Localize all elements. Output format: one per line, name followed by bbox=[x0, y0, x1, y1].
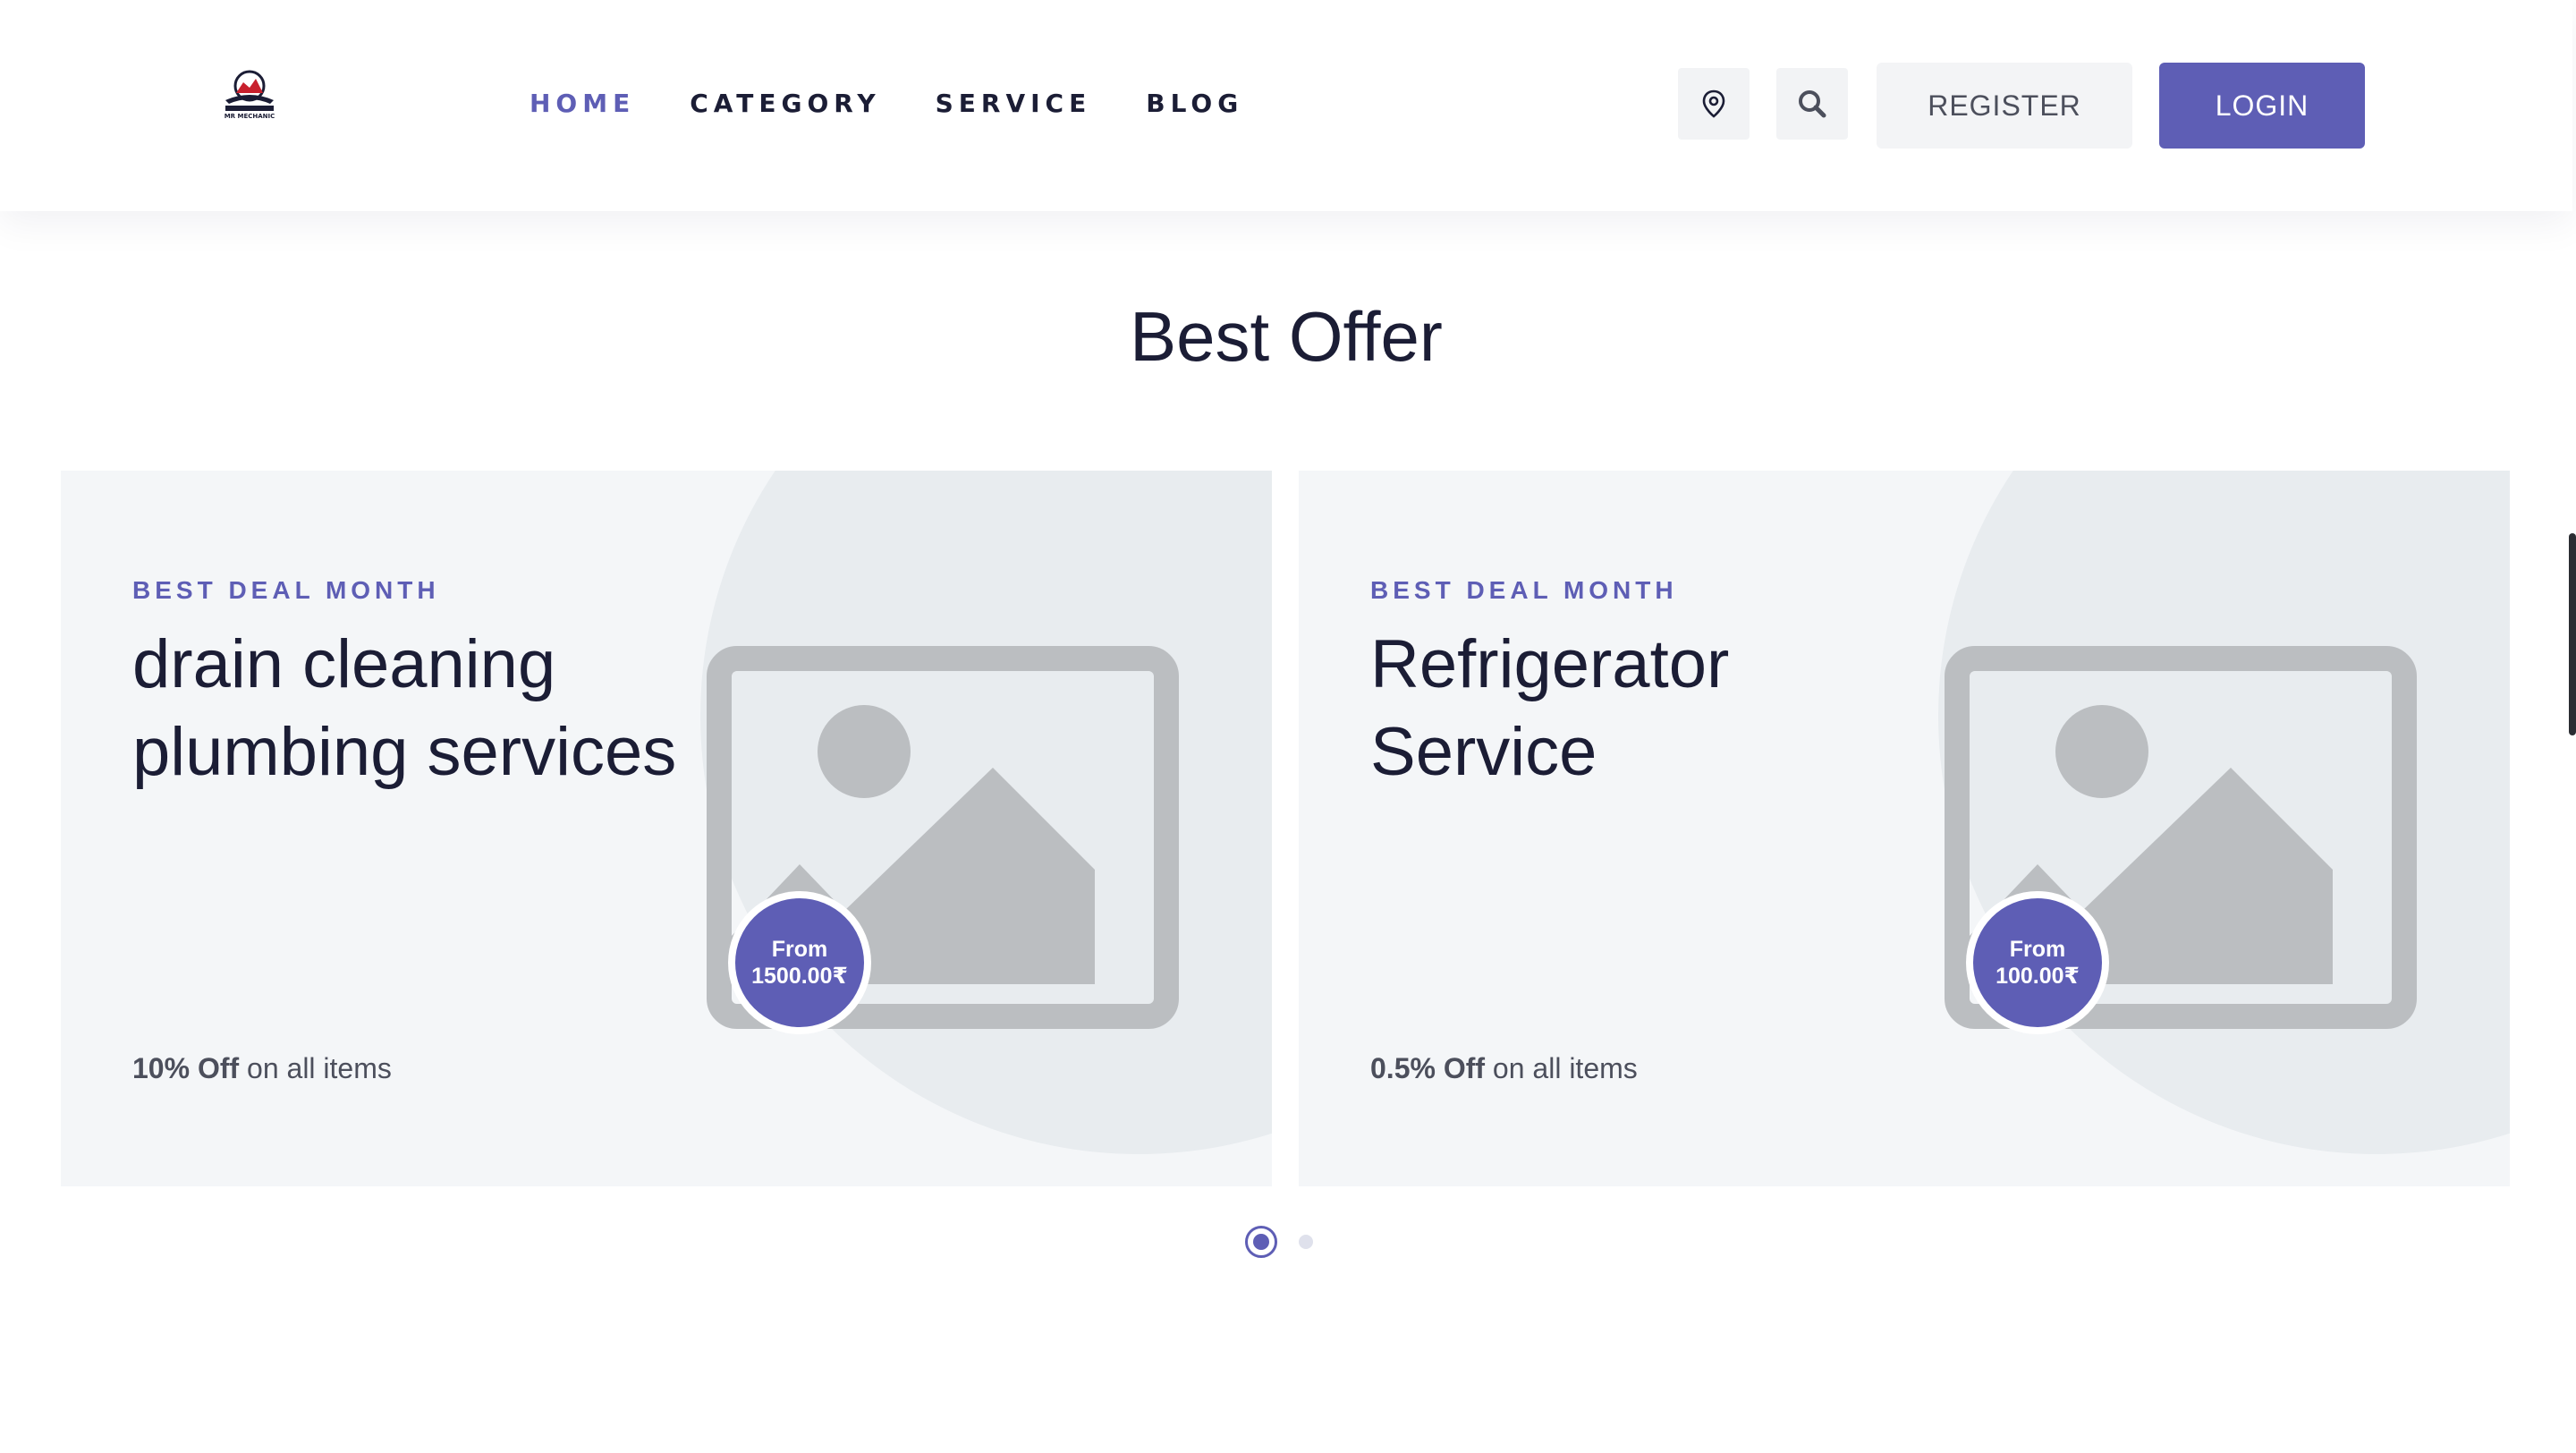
logo-text: MR MECHANIC bbox=[225, 113, 275, 120]
carousel-pagination bbox=[1245, 1226, 1313, 1258]
card-eyebrow: BEST DEAL MONTH bbox=[132, 576, 440, 604]
carousel-dot-active[interactable] bbox=[1245, 1226, 1277, 1258]
discount-suffix: on all items bbox=[1485, 1052, 1638, 1084]
map-pin-icon bbox=[1702, 89, 1725, 118]
section-title: Best Offer bbox=[1130, 297, 1443, 376]
price-from-label: From bbox=[771, 937, 828, 962]
price-from-label: From bbox=[2009, 937, 2066, 962]
scrollbar-thumb[interactable] bbox=[2569, 533, 2576, 735]
card-title: Refrigerator Service bbox=[1370, 621, 2104, 796]
login-button[interactable]: LOGIN bbox=[2159, 63, 2365, 149]
nav-blog[interactable]: BLOG bbox=[1146, 86, 1243, 122]
offer-card[interactable]: BEST DEAL MONTH drain cleaning plumbing … bbox=[61, 471, 1272, 1186]
discount-value: 10% Off bbox=[132, 1052, 240, 1084]
price-badge: From 100.00₹ bbox=[1966, 891, 2109, 1034]
main-nav: HOME CATEGORY SERVICE BLOG bbox=[530, 86, 1298, 122]
price-badge: From 1500.00₹ bbox=[728, 891, 871, 1034]
card-title-line: drain cleaning bbox=[132, 626, 556, 702]
discount-suffix: on all items bbox=[239, 1052, 392, 1084]
price-value: 1500.00₹ bbox=[751, 964, 848, 989]
carousel-dot[interactable] bbox=[1299, 1235, 1313, 1249]
price-value: 100.00₹ bbox=[1996, 964, 2080, 989]
location-button[interactable] bbox=[1678, 68, 1750, 140]
site-header: MR MECHANIC HOME CATEGORY SERVICE BLOG R… bbox=[0, 0, 2572, 211]
discount-text: 0.5% Off on all items bbox=[1370, 1052, 1638, 1085]
logo-icon: MR MECHANIC bbox=[225, 70, 275, 120]
nav-category[interactable]: CATEGORY bbox=[690, 86, 880, 122]
card-title-line: Refrigerator bbox=[1370, 626, 1730, 702]
discount-text: 10% Off on all items bbox=[132, 1052, 392, 1085]
nav-service[interactable]: SERVICE bbox=[936, 86, 1092, 122]
card-title: drain cleaning plumbing services bbox=[132, 621, 866, 796]
card-eyebrow: BEST DEAL MONTH bbox=[1370, 576, 1678, 604]
offer-card[interactable]: BEST DEAL MONTH Refrigerator Service Fro… bbox=[1299, 471, 2510, 1186]
logo[interactable]: MR MECHANIC bbox=[216, 66, 283, 120]
register-button[interactable]: REGISTER bbox=[1877, 63, 2132, 149]
discount-value: 0.5% Off bbox=[1370, 1052, 1486, 1084]
card-title-line: plumbing services bbox=[132, 714, 677, 790]
search-icon bbox=[1799, 90, 1826, 118]
search-button[interactable] bbox=[1776, 68, 1848, 140]
card-title-line: Service bbox=[1370, 714, 1597, 790]
nav-home[interactable]: HOME bbox=[530, 86, 635, 122]
